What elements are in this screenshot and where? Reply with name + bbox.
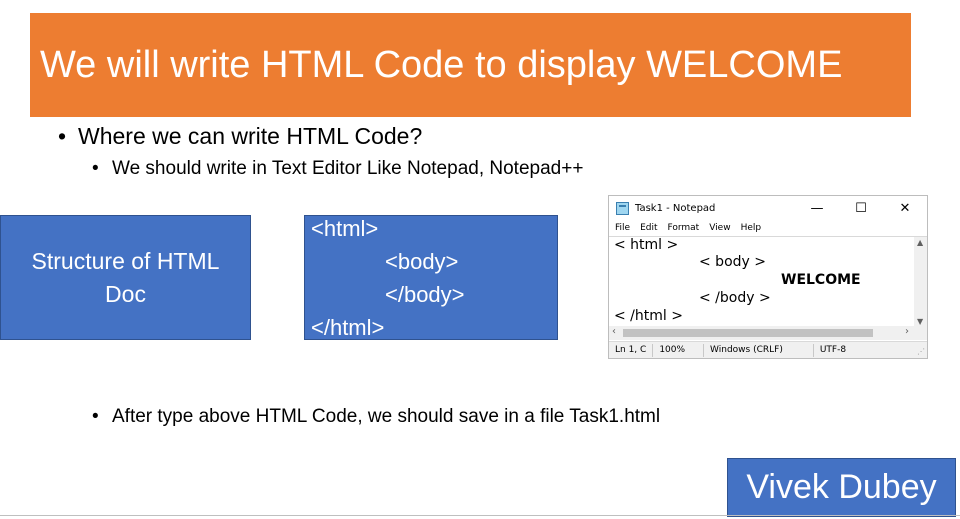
structure-box-text: Structure of HTML Doc — [31, 247, 220, 307]
scroll-thumb[interactable] — [623, 329, 873, 337]
scroll-right-icon[interactable]: › — [905, 326, 909, 337]
code-line-body-close: </body> — [385, 282, 465, 307]
bullet-answer: • We should write in Text Editor Like Not… — [92, 156, 583, 182]
resize-grip-icon[interactable]: ⋰ — [917, 347, 925, 356]
menu-view[interactable]: View — [709, 223, 730, 233]
scroll-left-icon[interactable]: ‹ — [612, 326, 616, 337]
code-line-body-open: <body> — [385, 249, 459, 274]
close-icon[interactable]: ✕ — [883, 201, 927, 216]
scroll-down-icon[interactable]: ▼ — [917, 317, 923, 326]
code-line-html-close: </html> — [311, 315, 385, 340]
maximize-icon[interactable]: ☐ — [839, 201, 883, 216]
notepad-line-html-open: < html > — [614, 237, 679, 253]
notepad-title: Task1 - Notepad — [635, 202, 716, 214]
bullet-save-text: After type above HTML Code, we should sa… — [112, 406, 661, 427]
structure-box: Structure of HTML Doc — [0, 215, 251, 340]
menu-file[interactable]: File — [615, 223, 630, 233]
notepad-text-area[interactable]: < html > < body > WELCOME < /body > < /h… — [609, 236, 927, 327]
bullet-answer-text: We should write in Text Editor Like Note… — [112, 158, 584, 179]
slide-title-text: We will write HTML Code to display WELCO… — [40, 44, 843, 86]
bullet-save: • After type above HTML Code, we should s… — [92, 404, 660, 430]
bullet-dot: • — [58, 123, 67, 149]
notepad-line-body-close: < /body > — [699, 290, 771, 306]
bullet-question: • Where we can write HTML Code? — [58, 121, 422, 151]
code-line-html-open: <html> — [311, 216, 379, 241]
minimize-icon[interactable]: — — [795, 201, 839, 216]
author-box: Vivek Dubey — [727, 458, 956, 517]
code-box: <html> <body> </body> </html> — [304, 215, 558, 340]
menu-format[interactable]: Format — [668, 223, 700, 233]
menu-help[interactable]: Help — [741, 223, 762, 233]
status-line-ending: Windows (CRLF) — [704, 343, 814, 357]
scroll-up-icon[interactable]: ▲ — [917, 238, 923, 247]
notepad-titlebar: Task1 - Notepad — ☐ ✕ — [609, 196, 927, 220]
status-zoom: 100% — [653, 343, 705, 357]
notepad-vertical-scrollbar[interactable]: ▲ ▼ — [914, 237, 927, 327]
author-name: Vivek Dubey — [746, 468, 937, 506]
bullet-dot: • — [92, 406, 99, 427]
slide-title: We will write HTML Code to display WELCO… — [30, 13, 911, 117]
notepad-line-welcome: WELCOME — [781, 272, 861, 288]
notepad-line-html-close: < /html > — [614, 308, 683, 324]
slide-divider — [0, 515, 960, 516]
notepad-statusbar: Ln 1, C 100% Windows (CRLF) UTF-8 ⋰ — [609, 341, 927, 358]
menu-edit[interactable]: Edit — [640, 223, 657, 233]
notepad-menubar: File Edit Format View Help — [609, 220, 927, 236]
bullet-question-text: Where we can write HTML Code? — [78, 123, 423, 149]
notepad-line-body-open: < body > — [699, 254, 766, 270]
status-encoding: UTF-8 — [819, 344, 847, 355]
notepad-window: Task1 - Notepad — ☐ ✕ File Edit Format V… — [608, 195, 928, 359]
notepad-app-icon — [616, 201, 629, 215]
bullet-dot: • — [92, 158, 99, 179]
notepad-horizontal-scrollbar[interactable]: ‹ › — [609, 326, 927, 340]
status-position: Ln 1, C — [609, 343, 654, 357]
